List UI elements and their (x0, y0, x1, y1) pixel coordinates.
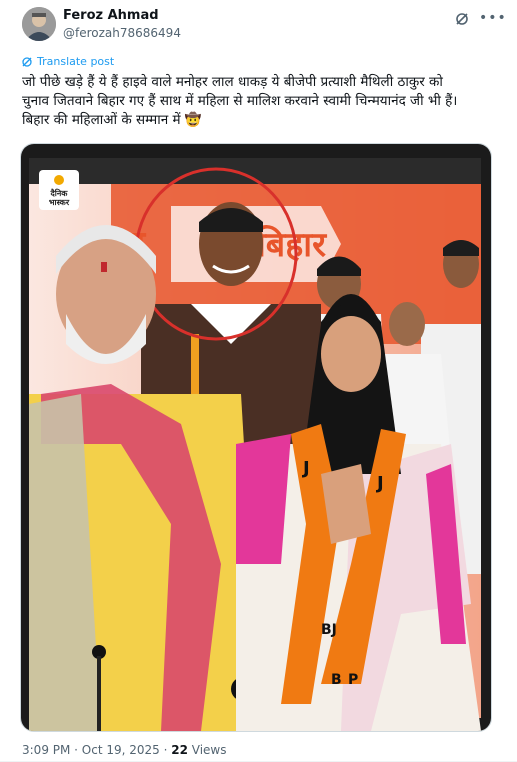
avatar-photo (22, 7, 56, 41)
more-options-icon[interactable]: ••• (479, 10, 507, 26)
translate-icon (22, 56, 32, 67)
post-line: चुनाव जितवाने बिहार गए हैं साथ में महिला… (22, 93, 458, 109)
translate-link[interactable]: Translate post (22, 55, 114, 68)
grok-icon[interactable] (455, 12, 469, 26)
photo-illustration: ड़ बिहार दैनिक भास्कर (21, 144, 491, 731)
post-image[interactable]: ड़ बिहार दैनिक भास्कर (20, 143, 492, 732)
author-name[interactable]: Feroz Ahmad (63, 8, 159, 23)
post-text: जो पीछे खड़े हैं ये हैं हाइवे वाले मनोहर… (22, 73, 492, 130)
post-line: जो पीछे खड़े हैं ये हैं हाइवे वाले मनोहर… (22, 74, 443, 90)
translate-label: Translate post (37, 55, 115, 68)
logo-line1: दैनिक (50, 188, 69, 198)
logo-line2: भास्कर (49, 198, 70, 207)
scarf-letter: P (348, 672, 358, 688)
avatar[interactable] (22, 7, 56, 41)
newspaper-logo: दैनिक भास्कर (39, 170, 79, 210)
scarf-letter: B (331, 672, 342, 688)
views-count: 22 (171, 743, 188, 757)
post-line: बिहार की महिलाओं के सम्मान में 🤠 (22, 112, 202, 128)
scarf-letter: J (301, 458, 310, 479)
post-metadata: 3:09 PM · Oct 19, 2025 · 22 Views (22, 743, 227, 757)
scarf-letter: J (375, 473, 384, 494)
scarf-letter: BJ (321, 622, 337, 638)
author-handle[interactable]: @ferozah78686494 (63, 26, 181, 40)
views-label: Views (187, 743, 227, 757)
post-timestamp[interactable]: 3:09 PM · Oct 19, 2025 · (22, 743, 171, 757)
